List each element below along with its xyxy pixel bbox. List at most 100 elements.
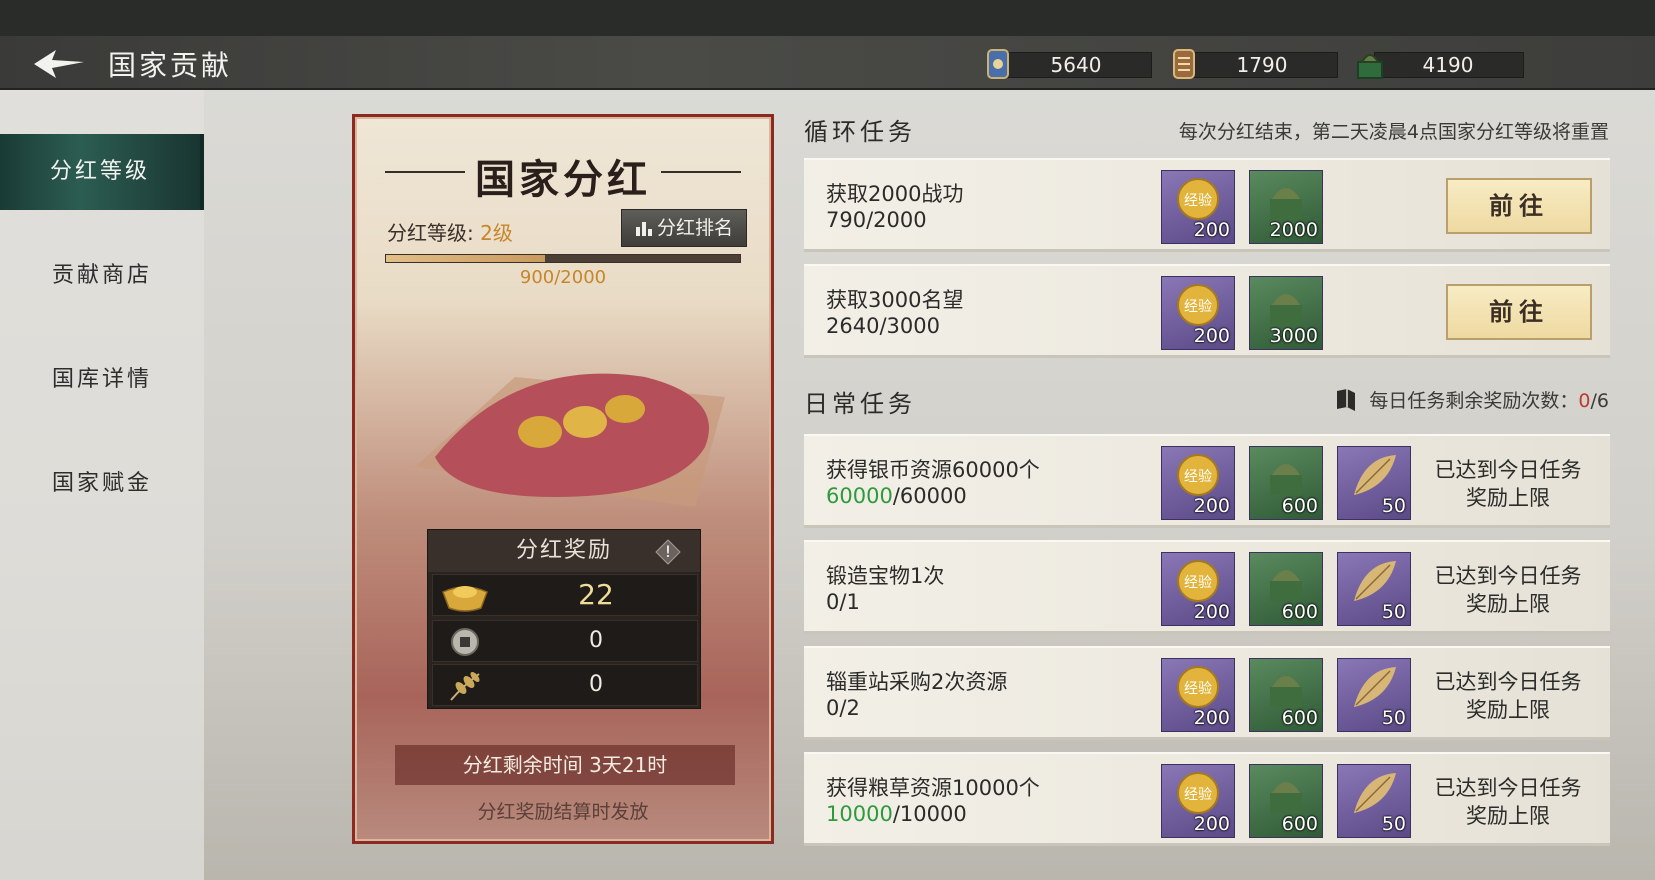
daily-note-total: /6 xyxy=(1590,390,1610,412)
daily-tasks-title: 日常任务 xyxy=(804,390,916,418)
task-progress-current: 10000 xyxy=(826,802,893,826)
sidebar: 分红等级 贡献商店 国库详情 国家赋金 xyxy=(0,90,204,880)
svg-text:经验: 经验 xyxy=(1184,681,1212,697)
task-name: 获得粮草资源10000个 xyxy=(826,776,1040,800)
task-name: 获取2000战功 xyxy=(826,182,964,206)
jade-seal-item[interactable]: 600 xyxy=(1249,658,1323,732)
jade-seal-item[interactable]: 600 xyxy=(1249,764,1323,838)
jade-seal-icon xyxy=(1357,54,1383,79)
task-progress-total: /1 xyxy=(839,590,860,614)
exp-coin-icon: 经验 xyxy=(1177,178,1219,220)
sidebar-item-national-funds[interactable]: 国家赋金 xyxy=(0,446,204,522)
task-progress: 0/1 xyxy=(826,590,860,614)
exp-coin-item[interactable]: 经验 200 xyxy=(1161,446,1235,520)
item-count: 600 xyxy=(1281,495,1318,517)
reward-value: 22 xyxy=(578,578,614,611)
resource-1: 5640 xyxy=(980,46,1160,80)
svg-text:!: ! xyxy=(665,542,671,561)
daily-task-row: 获得粮草资源10000个 10000/10000 经验 200 600 50 已… xyxy=(804,752,1610,846)
bar-chart-icon xyxy=(635,222,652,236)
jade-seal-item[interactable]: 2000 xyxy=(1249,170,1323,244)
dividend-reward-panel: 分红奖励 ! 22 0 0 xyxy=(427,529,701,709)
dividend-card: 国家分红 分红等级: 2级 分红排名 900/2000 分红奖励 ! 22 0 … xyxy=(352,114,774,844)
svg-text:经验: 经验 xyxy=(1184,299,1212,315)
jade-seal-icon xyxy=(1270,676,1302,707)
cycle-task-row: 获取3000名望 2640/3000 经验 200 3000 前往 xyxy=(804,264,1610,358)
grain-icon xyxy=(450,672,480,701)
progress-fill xyxy=(386,255,546,262)
exp-coin-icon: 经验 xyxy=(1177,454,1219,496)
page-title: 国家贡献 xyxy=(108,49,233,82)
exp-coin-icon: 经验 xyxy=(1177,772,1219,814)
exp-coin-item[interactable]: 经验 200 xyxy=(1161,276,1235,350)
sidebar-item-dividend-level[interactable]: 分红等级 xyxy=(0,134,204,210)
info-icon[interactable]: ! xyxy=(654,538,682,566)
exp-coin-item[interactable]: 经验 200 xyxy=(1161,764,1235,838)
task-limit-status: 已达到今日任务 奖励上限 xyxy=(1422,774,1594,830)
go-button[interactable]: 前往 xyxy=(1446,284,1592,340)
svg-text:经验: 经验 xyxy=(1184,193,1212,209)
task-limit-status: 已达到今日任务 奖励上限 xyxy=(1422,668,1594,724)
item-count: 3000 xyxy=(1269,325,1318,347)
jade-seal-icon xyxy=(1270,464,1302,495)
item-count: 200 xyxy=(1193,219,1230,241)
level-label-text: 分红等级: xyxy=(387,221,481,245)
item-count: 600 xyxy=(1281,707,1318,729)
task-progress-current: 60000 xyxy=(826,484,893,508)
exp-coin-item[interactable]: 经验 200 xyxy=(1161,170,1235,244)
daily-task-row: 获得银币资源60000个 60000/60000 经验 200 600 50 已… xyxy=(804,434,1610,528)
jade-seal-icon xyxy=(1270,570,1302,601)
go-button[interactable]: 前往 xyxy=(1446,178,1592,234)
copper-coin-icon xyxy=(451,628,479,656)
sidebar-item-treasury-details[interactable]: 国库详情 xyxy=(0,342,204,418)
task-limit-status: 已达到今日任务 奖励上限 xyxy=(1422,562,1594,618)
header-bar: 国家贡献 5640 1790 4190 xyxy=(0,36,1655,90)
leaf-icon xyxy=(1354,773,1396,813)
leaf-icon xyxy=(1354,667,1396,707)
task-progress-total: /10000 xyxy=(892,802,967,826)
jade-seal-item[interactable]: 600 xyxy=(1249,552,1323,626)
svg-text:经验: 经验 xyxy=(1184,469,1212,485)
leaf-item[interactable]: 50 xyxy=(1337,658,1411,732)
task-progress: 10000/10000 xyxy=(826,802,967,826)
level-value: 2级 xyxy=(480,221,513,245)
settle-note: 分红奖励结算时发放 xyxy=(477,801,649,823)
dividend-level-label: 分红等级: 2级 xyxy=(387,217,513,246)
item-count: 600 xyxy=(1281,813,1318,835)
sidebar-item-contribution-shop[interactable]: 贡献商店 xyxy=(0,238,204,314)
jade-seal-icon xyxy=(1270,782,1302,813)
exp-coin-item[interactable]: 经验 200 xyxy=(1161,658,1235,732)
daily-reward-count: 每日任务剩余奖励次数：0/6 xyxy=(1333,386,1609,413)
level-progress-bar xyxy=(385,254,741,263)
scroll-token-icon xyxy=(1173,49,1195,79)
item-count: 200 xyxy=(1193,325,1230,347)
exp-coin-item[interactable]: 经验 200 xyxy=(1161,552,1235,626)
leaf-item[interactable]: 50 xyxy=(1337,764,1411,838)
task-progress-current: 0 xyxy=(826,590,840,614)
leaf-item[interactable]: 50 xyxy=(1337,446,1411,520)
limit-line-2: 奖励上限 xyxy=(1466,592,1550,616)
task-progress-total: /2 xyxy=(839,696,860,720)
limit-line-2: 奖励上限 xyxy=(1466,698,1550,722)
reward-row: 0 xyxy=(432,664,698,706)
dividend-timer: 分红剩余时间 3天21时 xyxy=(395,745,735,785)
task-progress: 2640/3000 xyxy=(826,314,940,338)
limit-line-1: 已达到今日任务 xyxy=(1434,776,1582,800)
resource-value: 5640 xyxy=(1050,53,1102,77)
jade-seal-item[interactable]: 600 xyxy=(1249,446,1323,520)
svg-text:经验: 经验 xyxy=(1184,787,1212,803)
task-progress: 0/2 xyxy=(826,696,860,720)
jade-seal-item[interactable]: 3000 xyxy=(1249,276,1323,350)
item-count: 200 xyxy=(1193,495,1230,517)
task-limit-status: 已达到今日任务 奖励上限 xyxy=(1422,456,1594,512)
reward-value: 0 xyxy=(589,672,603,697)
back-button[interactable] xyxy=(30,46,90,82)
leaf-item[interactable]: 50 xyxy=(1337,552,1411,626)
exp-coin-icon: 经验 xyxy=(1177,284,1219,326)
resource-3: 4190 xyxy=(1352,46,1532,80)
back-arrow-icon xyxy=(34,50,84,78)
dividend-rank-button[interactable]: 分红排名 xyxy=(621,209,747,247)
item-count: 600 xyxy=(1281,601,1318,623)
jade-seal-icon xyxy=(1270,188,1302,219)
task-progress: 790/2000 xyxy=(826,208,927,232)
